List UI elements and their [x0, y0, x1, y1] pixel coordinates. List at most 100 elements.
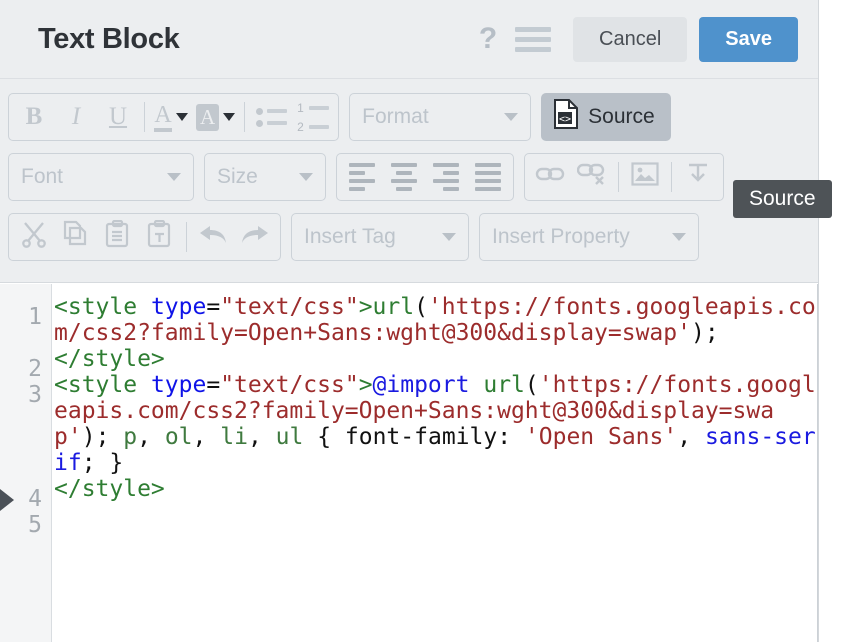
bulleted-list-button[interactable] [250, 96, 292, 138]
image-button[interactable] [624, 156, 666, 198]
link-button[interactable] [529, 156, 571, 198]
background-color-button[interactable]: A [192, 96, 239, 138]
chevron-down-icon [442, 233, 456, 241]
font-dropdown-label: Font [21, 165, 64, 188]
copy-icon [62, 220, 90, 254]
cut-button[interactable] [13, 216, 55, 258]
hamburger-menu-icon[interactable] [515, 22, 552, 56]
code-token: = [206, 372, 221, 398]
code-token: </style> [54, 476, 165, 502]
underline-button[interactable]: U [97, 96, 139, 138]
clipboard-group [8, 213, 281, 261]
code-token: type [150, 372, 207, 398]
italic-icon: I [71, 103, 81, 130]
save-button[interactable]: Save [699, 16, 798, 62]
code-token: , [247, 424, 276, 450]
insert-tag-dropdown[interactable]: Insert Tag [291, 213, 469, 261]
align-center-button[interactable] [383, 156, 425, 198]
bold-icon: B [25, 103, 43, 130]
question-mark-icon[interactable]: ? [471, 20, 505, 58]
source-document-icon: <> [553, 99, 579, 135]
cancel-button[interactable]: Cancel [573, 16, 688, 62]
size-dropdown[interactable]: Size [204, 153, 326, 201]
code-token: ; [704, 320, 719, 346]
code-token: , [677, 424, 705, 450]
text-color-icon: A [154, 103, 172, 132]
code-token: </style> [54, 346, 165, 372]
insert-property-label: Insert Property [492, 225, 630, 248]
redo-arrow-icon [239, 222, 271, 252]
size-dropdown-label: Size [217, 165, 258, 188]
paste-as-text-icon [147, 219, 173, 254]
format-dropdown-label: Format [362, 105, 429, 128]
chevron-down-icon [223, 113, 236, 121]
paste-as-text-button[interactable] [139, 216, 181, 258]
undo-button[interactable] [192, 216, 234, 258]
code-content[interactable]: <style type="text/css">url('https://font… [52, 284, 817, 642]
copy-button[interactable] [55, 216, 97, 258]
code-token: "text/css" [220, 372, 359, 398]
align-justify-button[interactable] [467, 156, 509, 198]
align-right-icon [433, 163, 459, 191]
code-token: ol [164, 424, 193, 450]
menu-bar-3 [515, 46, 552, 52]
source-button[interactable]: <> Source [541, 93, 671, 141]
source-tooltip: Source [733, 180, 832, 218]
numbered-list-button[interactable]: 1 2 [292, 96, 334, 138]
menu-bar-2 [515, 36, 552, 42]
bold-button[interactable]: B [13, 96, 55, 138]
code-token: ul [275, 424, 304, 450]
scissors-icon [20, 220, 48, 254]
code-token: <style [54, 294, 138, 320]
code-token: = [206, 294, 221, 320]
code-token: > [358, 294, 373, 320]
page-title: Text Block [38, 22, 180, 55]
code-token: <style [54, 372, 138, 398]
insert-tag-label: Insert Tag [304, 225, 396, 248]
editor-toolbar: B I U A A 1 2 Format <> Source Font Size… [0, 79, 818, 283]
align-left-icon [349, 163, 375, 191]
code-token: ; } [81, 450, 124, 476]
svg-text:<>: <> [559, 114, 571, 125]
code-line: <style type="text/css">@import url('http… [54, 372, 817, 476]
code-token: type [150, 294, 207, 320]
toolbar-separator [671, 162, 672, 192]
toolbar-row-1: B I U A A 1 2 Format <> Source [8, 87, 818, 147]
code-token: ( [524, 372, 539, 398]
menu-bar-1 [515, 26, 552, 32]
align-center-icon [391, 163, 417, 191]
format-dropdown[interactable]: Format [349, 93, 532, 141]
toolbar-row-2: Font Size [8, 147, 818, 207]
code-token: @import [372, 372, 470, 398]
code-token: 'Open Sans' [524, 424, 678, 450]
line-number: 3 [28, 382, 42, 408]
anchor-button[interactable] [677, 156, 719, 198]
paste-button[interactable] [97, 216, 139, 258]
italic-button[interactable]: I [55, 96, 97, 138]
code-line: </style> [54, 346, 817, 372]
font-dropdown[interactable]: Font [8, 153, 194, 201]
align-left-button[interactable] [341, 156, 383, 198]
code-token: ; [95, 424, 124, 450]
chevron-down-icon [504, 113, 519, 121]
line-number: 2 [28, 356, 42, 382]
code-token: p [123, 424, 138, 450]
align-right-button[interactable] [425, 156, 467, 198]
redo-button[interactable] [234, 216, 276, 258]
line-number: 4 [28, 486, 42, 512]
code-token: , [137, 424, 165, 450]
image-icon [631, 162, 659, 192]
link-icon [535, 163, 565, 191]
insert-property-dropdown[interactable]: Insert Property [479, 213, 699, 261]
alignment-group [336, 153, 514, 201]
code-line: </style> [54, 476, 817, 502]
undo-arrow-icon [197, 222, 229, 252]
paste-icon [105, 219, 131, 254]
insert-group [524, 153, 724, 201]
background-color-icon: A [196, 103, 220, 131]
text-color-button[interactable]: A [150, 96, 192, 138]
source-code-editor[interactable]: 1 23 45 <style type="text/css">url('https:… [0, 284, 818, 642]
unlink-button[interactable] [571, 156, 613, 198]
numbered-list-icon: 1 2 [297, 101, 330, 134]
